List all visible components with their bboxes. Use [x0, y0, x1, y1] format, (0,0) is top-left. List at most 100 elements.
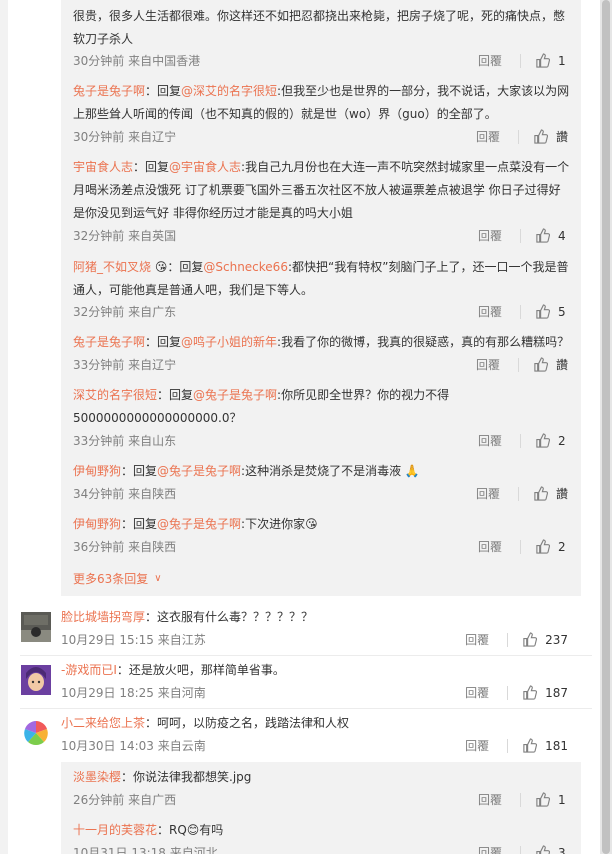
like-count: 1: [558, 792, 566, 807]
like-button[interactable]: 讚: [533, 356, 568, 373]
like-button[interactable]: 4: [535, 228, 568, 243]
reply-separator: ：回复: [121, 464, 158, 478]
weibo-comments-page: 很贵，很多人生活都很难。你这样还不如把忍都挠出来枪毙，把房子烧了呢，死的痛快点，…: [0, 0, 612, 854]
reply-username[interactable]: 十一月的芙蓉花: [73, 823, 157, 837]
reply-button[interactable]: 回覆: [465, 737, 495, 754]
more-replies-link[interactable]: 更多63条回复 ∨: [73, 570, 162, 587]
reply-meta: 36分钟前 来自陕西: [73, 540, 177, 554]
mention-link[interactable]: @深艾的名字很短: [181, 84, 277, 98]
like-count: 4: [558, 228, 566, 243]
like-button[interactable]: 讚: [533, 128, 568, 145]
reply-username[interactable]: 淡墨染樱: [73, 770, 121, 784]
comment-divider: [20, 708, 592, 709]
comment-username[interactable]: -游戏而已I: [61, 663, 117, 677]
reply-button[interactable]: 回覆: [465, 684, 495, 701]
like-button[interactable]: 181: [522, 738, 568, 753]
reply-meta: 10月31日 13:18 来自河北: [73, 846, 218, 854]
mention-link[interactable]: @兔子是兔子啊: [157, 464, 241, 478]
thumbs-up-icon: [536, 228, 550, 243]
like-button[interactable]: 237: [522, 632, 568, 647]
thumbs-up-icon: [534, 357, 548, 372]
reply-button[interactable]: 回覆: [478, 52, 508, 69]
like-count: 237: [545, 632, 568, 647]
thumbs-up-icon: [523, 738, 538, 753]
comment-text: 脸比城墙拐弯厚：这衣服有什么毒？？？？？？: [61, 606, 571, 629]
mention-link[interactable]: @兔子是兔子啊: [157, 517, 241, 531]
like-count: 2: [558, 539, 566, 554]
reply-button[interactable]: 回覆: [478, 791, 508, 808]
avatar[interactable]: [21, 665, 51, 695]
reply-username[interactable]: 伊甸野狗: [73, 464, 121, 478]
reply-meta: 30分钟前 来自中国香港: [73, 54, 201, 68]
reply-separator: ：回复: [121, 517, 158, 531]
reply-meta: 33分钟前 来自山东: [73, 434, 177, 448]
reply-body: :这种消杀是焚烧了不是消毒液 🙏: [241, 464, 420, 478]
like-button[interactable]: 187: [522, 685, 568, 700]
like-button[interactable]: 1: [535, 53, 568, 68]
thumbs-up-icon: [536, 433, 550, 448]
reply-button[interactable]: 回覆: [476, 128, 506, 145]
reply-button[interactable]: 回覆: [478, 432, 508, 449]
reply-text: 伊甸野狗：回复@兔子是兔子啊:这种消杀是焚烧了不是消毒液 🙏: [73, 460, 571, 483]
reply-username[interactable]: 阿猪_不如叉烧: [73, 260, 151, 274]
reply-button[interactable]: 回覆: [478, 844, 508, 854]
reply-button[interactable]: 回覆: [476, 485, 506, 502]
action-divider: [520, 53, 521, 68]
mention-link[interactable]: @Schnecke66: [203, 260, 288, 274]
thumbs-up-icon: [523, 685, 538, 700]
reply-meta: 32分钟前 来自英国: [73, 229, 177, 243]
comment-username[interactable]: 脸比城墙拐弯厚: [61, 610, 145, 624]
mention-link[interactable]: @兔子是兔子啊: [193, 388, 277, 402]
reply-separator: ：回复: [167, 260, 204, 274]
reply-meta: 30分钟前 来自辽宁: [73, 130, 177, 144]
reply-button[interactable]: 回覆: [478, 538, 508, 555]
thumbs-up-icon: [534, 129, 548, 144]
action-divider: [520, 228, 521, 243]
reply-button[interactable]: 回覆: [465, 631, 495, 648]
like-button[interactable]: 1: [535, 792, 568, 807]
reply-button[interactable]: 回覆: [478, 303, 508, 320]
reply-username[interactable]: 深艾的名字很短: [73, 388, 157, 402]
like-button[interactable]: 3: [535, 845, 568, 854]
action-divider: [517, 486, 519, 501]
action-divider: [517, 129, 519, 144]
avatar[interactable]: [21, 718, 51, 748]
reply-username[interactable]: 兔子是兔子啊: [73, 335, 145, 349]
like-button[interactable]: 5: [535, 304, 568, 319]
reply-button[interactable]: 回覆: [476, 356, 506, 373]
reply-text: 阿猪_不如叉烧 😘：回复@Schnecke66:都快把“我有特权”刻脑门子上了，…: [73, 256, 571, 302]
like-button[interactable]: 讚: [533, 485, 568, 502]
action-divider: [520, 304, 521, 319]
avatar[interactable]: [21, 612, 51, 642]
action-divider: [520, 539, 521, 554]
comment-body: ：还是放火吧，那样简单省事。: [116, 663, 285, 677]
thumbs-up-icon: [536, 304, 550, 319]
thumbs-up-icon: [523, 632, 538, 647]
mention-link[interactable]: @鸣子小姐的新年: [181, 335, 277, 349]
scrollbar-thumb[interactable]: [602, 0, 610, 854]
reply-button[interactable]: 回覆: [478, 227, 508, 244]
reply-text: 十一月的芙蓉花：RQ😊有吗: [73, 819, 571, 842]
comment-body: ：这衣服有什么毒？？？？？？: [145, 610, 314, 624]
scrollbar[interactable]: [600, 0, 612, 854]
reply-text: 兔子是兔子啊：回复@鸣子小姐的新年:我看了你的微博，我真的很疑惑，真的有那么糟糕…: [73, 331, 571, 354]
comment-body: ：呵呵，以防疫之名，践踏法律和人权: [145, 716, 350, 730]
thumbs-up-icon: [534, 486, 548, 501]
action-divider: [507, 685, 509, 700]
reply-body: ：你说法律我都想笑.jpg: [121, 770, 252, 784]
reply-body: ：RQ😊有吗: [157, 823, 224, 837]
action-divider: [507, 632, 509, 647]
comment-username[interactable]: 小二来给您上茶: [61, 716, 145, 730]
like-count: 181: [545, 738, 568, 753]
like-button[interactable]: 2: [535, 433, 568, 448]
reply-username[interactable]: 兔子是兔子啊: [73, 84, 145, 98]
like-count: 187: [545, 685, 568, 700]
like-count: 1: [558, 53, 566, 68]
reply-username[interactable]: 伊甸野狗: [73, 517, 121, 531]
like-count: 讚: [555, 487, 568, 501]
like-button[interactable]: 2: [535, 539, 568, 554]
reply-username[interactable]: 宇宙食人志: [73, 160, 133, 174]
mention-link[interactable]: @宇宙食人志: [169, 160, 241, 174]
reply-meta: 34分钟前 来自陕西: [73, 487, 177, 501]
chevron-down-icon: ∨: [154, 573, 162, 584]
